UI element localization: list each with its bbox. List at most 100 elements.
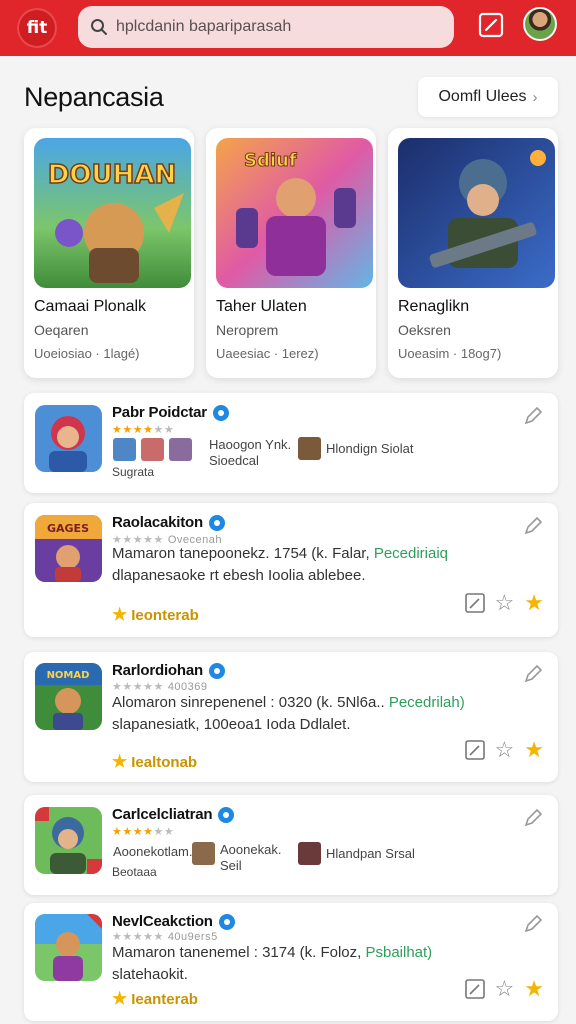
list-item[interactable]: GAGES Raolacakiton ★★★★★ Ovecenah Mamaron… (24, 503, 558, 637)
verified-icon (212, 404, 229, 421)
pencil-icon[interactable] (522, 515, 544, 537)
award-badge: ★ Iealtonab (112, 752, 198, 771)
developer-avatar (298, 437, 321, 460)
favorite-filled-icon[interactable]: ★ (524, 592, 544, 614)
featured-subtitle: Neroprem (216, 322, 279, 338)
game-description: Mamaron tanepoonekz. 1754 (k. Falar, Pec… (112, 545, 449, 584)
game-name-text: NevlCeakction (112, 913, 213, 930)
game-thumbnail (35, 807, 102, 874)
game-name-text: Carlcelcliatran (112, 806, 213, 823)
edit-icon[interactable] (464, 593, 485, 613)
developer-avatar (141, 438, 164, 461)
list-item[interactable]: NOMAD Rarlordiohan ★★★★★ 400369 Alomaron … (24, 652, 558, 782)
featured-subtitle: Oeksren (398, 322, 451, 338)
chevron-right-icon: › (532, 88, 538, 106)
list-item[interactable]: NevlCeakction ★★★★★ 40u9ers5 Mamaron tane… (24, 903, 558, 1021)
game-thumbnail: GAGES (35, 515, 102, 582)
search-input[interactable] (116, 18, 416, 36)
game-description: Alomaron sinrepenenel : 0320 (k. 5Nl6a..… (112, 694, 465, 733)
award-badge: ★ Ieonterab (112, 605, 199, 624)
game-name[interactable]: Carlcelcliatran (112, 806, 235, 823)
art-title: DOUHAN (48, 160, 176, 190)
user-avatar[interactable] (523, 7, 557, 41)
developer[interactable]: Hlandpan Srsal (298, 842, 415, 865)
view-all-label: Oomfl Ulees (438, 88, 527, 105)
developer-name: Hlondign Siolat (326, 441, 414, 456)
game-name[interactable]: Rarlordiohan (112, 662, 225, 679)
featured-title: Renaglikn (398, 298, 470, 315)
game-thumbnail: NOMAD (35, 663, 102, 730)
favorite-filled-icon[interactable]: ★ (524, 978, 544, 1000)
card-actions: ☆ ★ (464, 592, 544, 614)
developer[interactable]: Aoonekotlam. (113, 844, 193, 860)
edit-icon[interactable] (464, 740, 485, 760)
game-description: Mamaron tanenemel : 3174 (k. Foloz, Psba… (112, 944, 433, 983)
featured-card[interactable]: Renaglikn Oeksren Uoeasim · 18og7) (388, 128, 558, 378)
game-name-text: Raolacakiton (112, 514, 203, 531)
featured-subtitle: Oeqaren (34, 322, 89, 338)
favorite-outline-icon[interactable]: ☆ (495, 592, 515, 614)
pencil-icon[interactable] (522, 405, 544, 427)
rating-stars: ★★★★★★ (112, 826, 175, 838)
thumb-text: GAGES (47, 522, 89, 535)
game-art: Sdiuf (216, 138, 373, 288)
featured-title: Taher Ulaten (216, 298, 307, 315)
developer-row (113, 438, 192, 461)
developer[interactable]: Hlondign Siolat (298, 437, 413, 460)
card-actions: ☆ ★ (464, 739, 544, 761)
developer-name: Aoonekak. Seil (220, 842, 282, 873)
featured-title: Camaai Plonalk (34, 298, 147, 315)
favorite-filled-icon[interactable]: ★ (524, 739, 544, 761)
featured-meta: Uaeesiac · 1erez) (216, 346, 319, 361)
game-name[interactable]: Pabr Poidctar (112, 404, 229, 421)
pencil-icon[interactable] (522, 663, 544, 685)
developer[interactable]: Aoonekak. Seil (192, 842, 281, 874)
favorite-outline-icon[interactable]: ☆ (495, 978, 515, 1000)
developer-name: Haoogon Ynk. Sioedcal (209, 437, 292, 468)
game-name[interactable]: NevlCeakction (112, 913, 235, 930)
game-art (398, 138, 555, 288)
featured-meta: Uoeasim · 18og7) (398, 346, 502, 361)
game-thumbnail (35, 405, 102, 472)
featured-card[interactable]: DOUHAN Camaai Plonalk Oeqaren Uoeiosiao … (24, 128, 194, 378)
top-bar: fit (0, 0, 576, 56)
pencil-icon[interactable] (522, 807, 544, 829)
verified-icon (218, 913, 235, 930)
app-logo[interactable]: fit (17, 8, 57, 48)
art-title: Sdiuf (244, 150, 297, 171)
list-item[interactable]: Carlcelcliatran ★★★★★★ Aoonekotlam. Aoon… (24, 795, 558, 895)
game-art: DOUHAN (34, 138, 191, 288)
star-icon: ★ (112, 605, 128, 624)
section-title: Nepancasia (24, 82, 164, 112)
developer-name: Hlandpan Srsal (326, 846, 415, 861)
list-item[interactable]: Pabr Poidctar ★★★★★★ Haoogon Ynk. Sioedc… (24, 393, 558, 493)
search-box[interactable] (78, 6, 454, 48)
developer-avatar (298, 842, 321, 865)
pencil-icon[interactable] (522, 913, 544, 935)
game-tagline: Beotaaa (112, 865, 157, 879)
verified-icon (208, 514, 225, 531)
edit-icon[interactable] (464, 979, 485, 999)
game-name-text: Pabr Poidctar (112, 404, 207, 421)
developer-name: Aoonekotlam. (113, 844, 193, 859)
game-thumbnail (35, 914, 102, 981)
view-all-button[interactable]: Oomfl Ulees › (418, 77, 558, 117)
game-name-text: Rarlordiohan (112, 662, 203, 679)
star-icon: ★ (112, 989, 128, 1008)
developer[interactable]: Haoogon Ynk. Sioedcal (209, 437, 291, 469)
rating-stars: ★★★★★★ (112, 424, 175, 436)
award-badge: ★ Ieanterab (112, 989, 198, 1008)
search-icon (91, 19, 107, 35)
game-tagline: Sugrata (112, 465, 155, 479)
developer-avatar (113, 438, 136, 461)
card-actions: ☆ ★ (464, 978, 544, 1000)
compose-icon[interactable] (478, 12, 504, 38)
favorite-outline-icon[interactable]: ☆ (495, 739, 515, 761)
thumb-text: NOMAD (47, 670, 90, 681)
verified-icon (208, 662, 225, 679)
developer-avatar (192, 842, 215, 865)
game-name[interactable]: Raolacakiton (112, 514, 225, 531)
developer-avatar (169, 438, 192, 461)
featured-card[interactable]: Sdiuf Taher Ulaten Neroprem Uaeesiac · 1… (206, 128, 376, 378)
star-icon: ★ (112, 752, 128, 771)
